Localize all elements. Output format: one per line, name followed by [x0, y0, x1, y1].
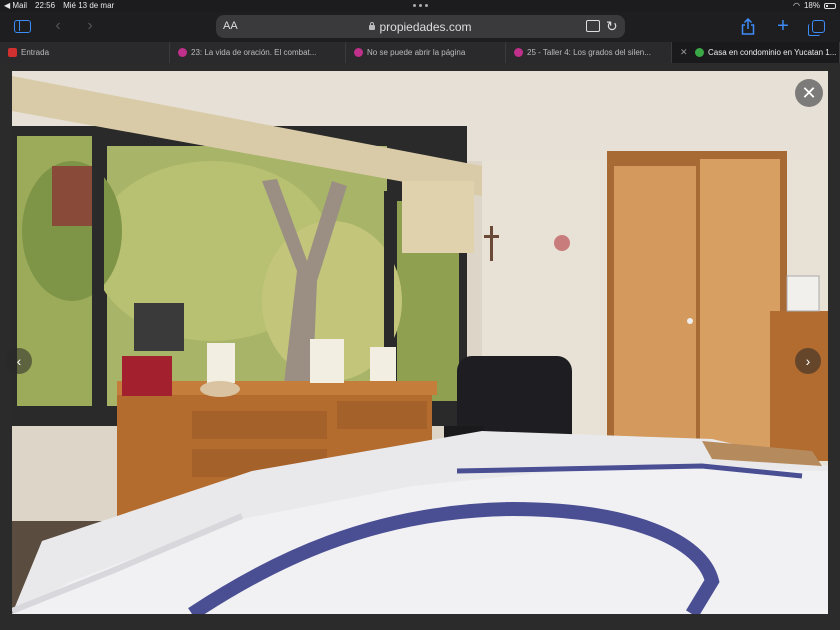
- tab-label: Entrada: [21, 48, 50, 57]
- tab-overview-icon[interactable]: [807, 17, 828, 36]
- battery-icon: [824, 2, 836, 9]
- status-date: Mié 13 de mar: [63, 1, 115, 10]
- browser-toolbar: ‹ › AA propiedades.com ↻ +: [0, 12, 840, 42]
- tab-vida-oracion[interactable]: 23: La vida de oración. El combat...: [170, 42, 346, 63]
- wifi-icon: ◠: [793, 1, 800, 10]
- status-bar: ◀ Mail 22:56 Mié 13 de mar ◠ 18%: [0, 0, 840, 12]
- close-gallery-button[interactable]: ✕: [795, 79, 823, 107]
- sidebar-toggle-icon[interactable]: [12, 17, 32, 35]
- lock-icon: [369, 22, 376, 30]
- tab-casa-yucatan[interactable]: ✕ Casa en condominio en Yucatan 1...: [672, 42, 840, 63]
- tab-label: Casa en condominio en Yucatan 1...: [708, 48, 837, 57]
- tab-entrada[interactable]: Entrada: [0, 42, 170, 63]
- battery-percent: 18%: [803, 1, 820, 10]
- next-photo-button[interactable]: ›: [795, 348, 821, 374]
- page-settings-icon[interactable]: [586, 20, 600, 32]
- multitasking-dots[interactable]: [413, 4, 428, 7]
- status-time: 22:56: [35, 1, 56, 10]
- address-bar[interactable]: AA propiedades.com ↻: [216, 15, 625, 38]
- back-chevron-icon[interactable]: ‹: [48, 17, 68, 35]
- url-text: propiedades.com: [379, 20, 472, 34]
- site-favicon-icon: [354, 48, 363, 57]
- forward-chevron-icon[interactable]: ›: [80, 17, 100, 35]
- site-favicon-icon: [178, 48, 187, 57]
- site-favicon-icon: [514, 48, 523, 57]
- new-tab-icon[interactable]: +: [773, 15, 793, 37]
- tab-strip: Entrada 23: La vida de oración. El comba…: [0, 42, 840, 63]
- gallery-photo: [12, 71, 828, 614]
- url-display[interactable]: propiedades.com: [216, 20, 625, 34]
- previous-photo-button[interactable]: ‹: [6, 348, 32, 374]
- mail-favicon-icon: [8, 48, 17, 57]
- close-tab-icon[interactable]: ✕: [680, 48, 689, 57]
- house-favicon-icon: [695, 48, 704, 57]
- tab-label: 25 - Taller 4: Los grados del silen...: [527, 48, 651, 57]
- status-carrier[interactable]: ◀ Mail: [4, 1, 27, 10]
- reload-icon[interactable]: ↻: [606, 18, 618, 35]
- tab-no-abrir[interactable]: No se puede abrir la página: [346, 42, 506, 63]
- tab-label: No se puede abrir la página: [367, 48, 466, 57]
- web-page: ✕ ‹ ›: [0, 63, 840, 630]
- tab-taller-4[interactable]: 25 - Taller 4: Los grados del silen...: [506, 42, 672, 63]
- tab-label: 23: La vida de oración. El combat...: [191, 48, 317, 57]
- share-icon[interactable]: [738, 17, 758, 35]
- bedroom-photo: [12, 71, 828, 614]
